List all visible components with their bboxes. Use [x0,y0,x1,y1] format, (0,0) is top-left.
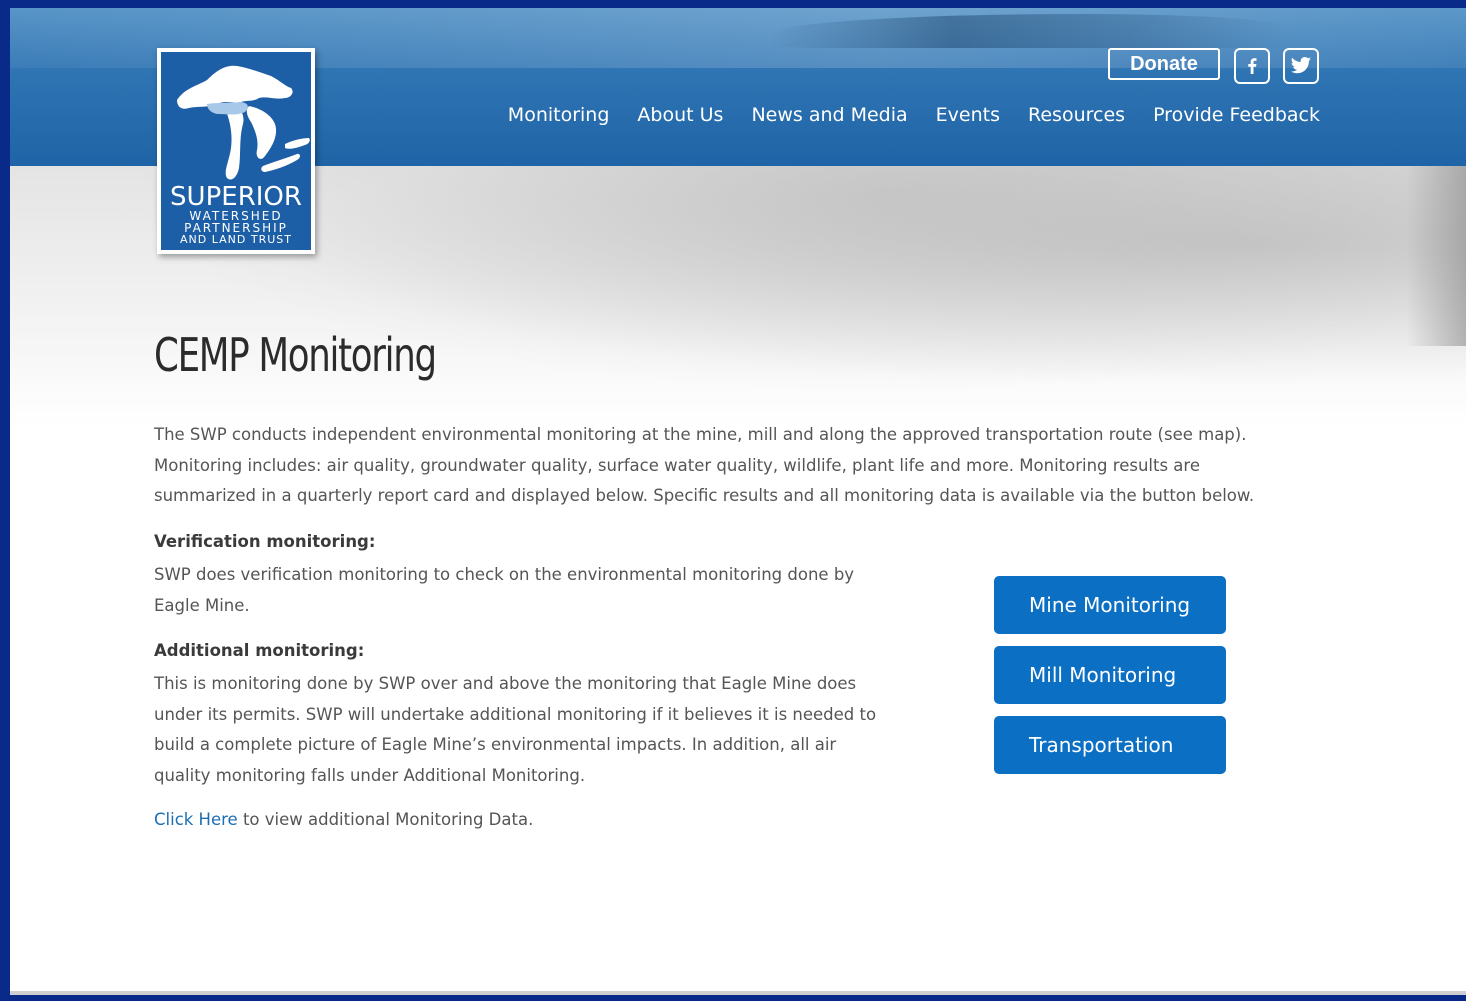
nav-item-about-us[interactable]: About Us [637,104,723,126]
nav-item-events[interactable]: Events [936,104,1000,126]
facebook-glyph [1248,58,1257,74]
monitoring-data-text: to view additional Monitoring Data. [237,810,534,829]
donate-button[interactable]: Donate [1108,48,1220,80]
page-title: CEMP Monitoring [154,328,437,382]
facebook-icon[interactable] [1234,48,1270,84]
additional-body: This is monitoring done by SWP over and … [154,674,877,785]
footer-divider [10,991,1466,995]
click-here-link[interactable]: Click Here [154,810,238,829]
great-lakes-icon [177,65,310,180]
logo-title: SUPERIOR [170,182,302,212]
main-nav: Monitoring About Us News and Media Event… [480,104,1320,126]
verification-heading: Verification monitoring: [154,532,376,551]
nav-item-news-and-media[interactable]: News and Media [751,104,907,126]
mine-monitoring-button[interactable]: Mine Monitoring [994,576,1226,634]
nav-item-resources[interactable]: Resources [1028,104,1125,126]
verification-body: SWP does verification monitoring to chec… [154,565,855,615]
additional-heading: Additional monitoring: [154,641,365,660]
beach-rock-texture [1406,166,1466,346]
twitter-glyph [1290,57,1312,74]
monitoring-data-line: Click Here to view additional Monitoring… [154,810,533,829]
logo-line-land-trust: AND LAND TRUST [180,233,292,246]
mill-monitoring-button[interactable]: Mill Monitoring [994,646,1226,704]
site-logo[interactable]: SUPERIOR WATERSHED PARTNERSHIP AND LAND … [157,48,315,254]
nav-item-provide-feedback[interactable]: Provide Feedback [1153,104,1320,126]
browser-viewport: Donate Monitoring About Us News and Medi… [10,8,1466,995]
nav-item-monitoring[interactable]: Monitoring [508,104,610,126]
transportation-button[interactable]: Transportation [994,716,1226,774]
intro-paragraph: The SWP conducts independent environment… [154,425,1255,505]
twitter-icon[interactable] [1283,48,1319,84]
